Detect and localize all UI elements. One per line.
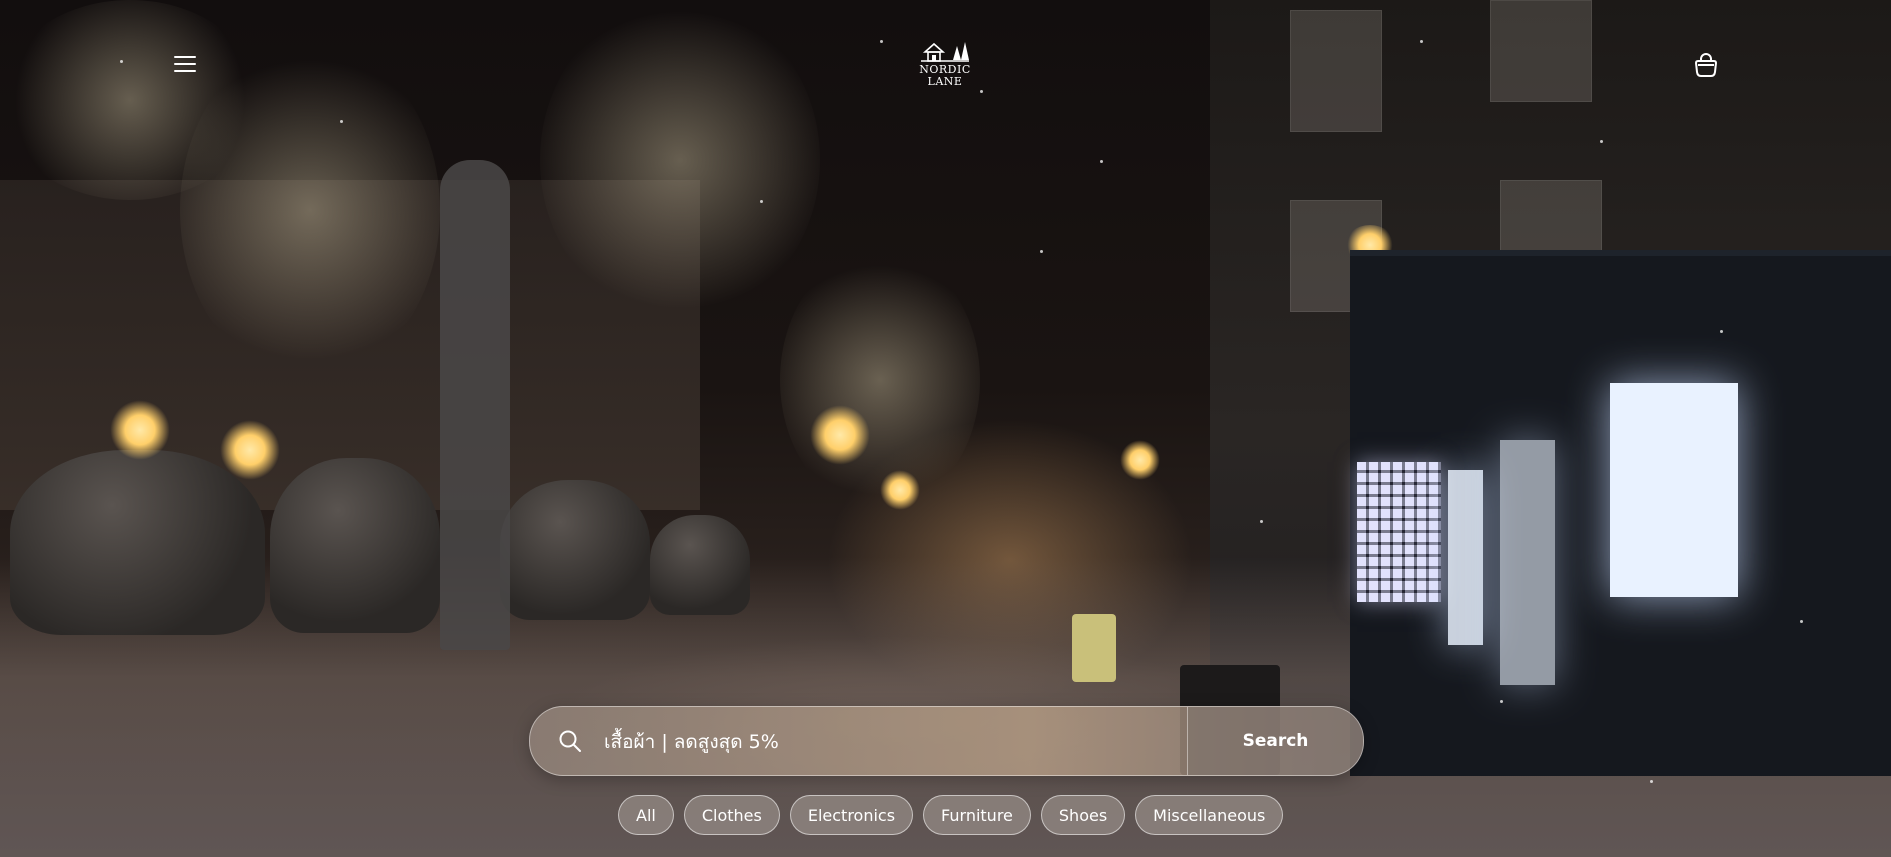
brand-name-line2: LANE (927, 75, 963, 88)
brand-logo[interactable]: NORDIC LANE (905, 40, 985, 88)
cabin-and-pine-trees-icon (921, 42, 969, 62)
search-button[interactable]: Search (1188, 707, 1363, 775)
menu-button[interactable] (174, 56, 198, 74)
search-input[interactable] (602, 721, 1186, 763)
category-chip-clothes[interactable]: Clothes (683, 795, 780, 835)
category-filter-bar: All Clothes Electronics Furniture Shoes … (618, 795, 1284, 837)
shopping-bag-icon (1694, 53, 1718, 77)
search-bar: Search (529, 706, 1364, 776)
category-chip-miscellaneous[interactable]: Miscellaneous (1135, 795, 1284, 835)
category-chip-all[interactable]: All (618, 795, 674, 835)
category-chip-shoes[interactable]: Shoes (1040, 795, 1126, 835)
search-icon (559, 730, 581, 752)
category-chip-furniture[interactable]: Furniture (923, 795, 1031, 835)
cart-button[interactable] (1693, 52, 1719, 78)
hamburger-menu-icon (174, 56, 196, 58)
category-chip-electronics[interactable]: Electronics (789, 795, 914, 835)
